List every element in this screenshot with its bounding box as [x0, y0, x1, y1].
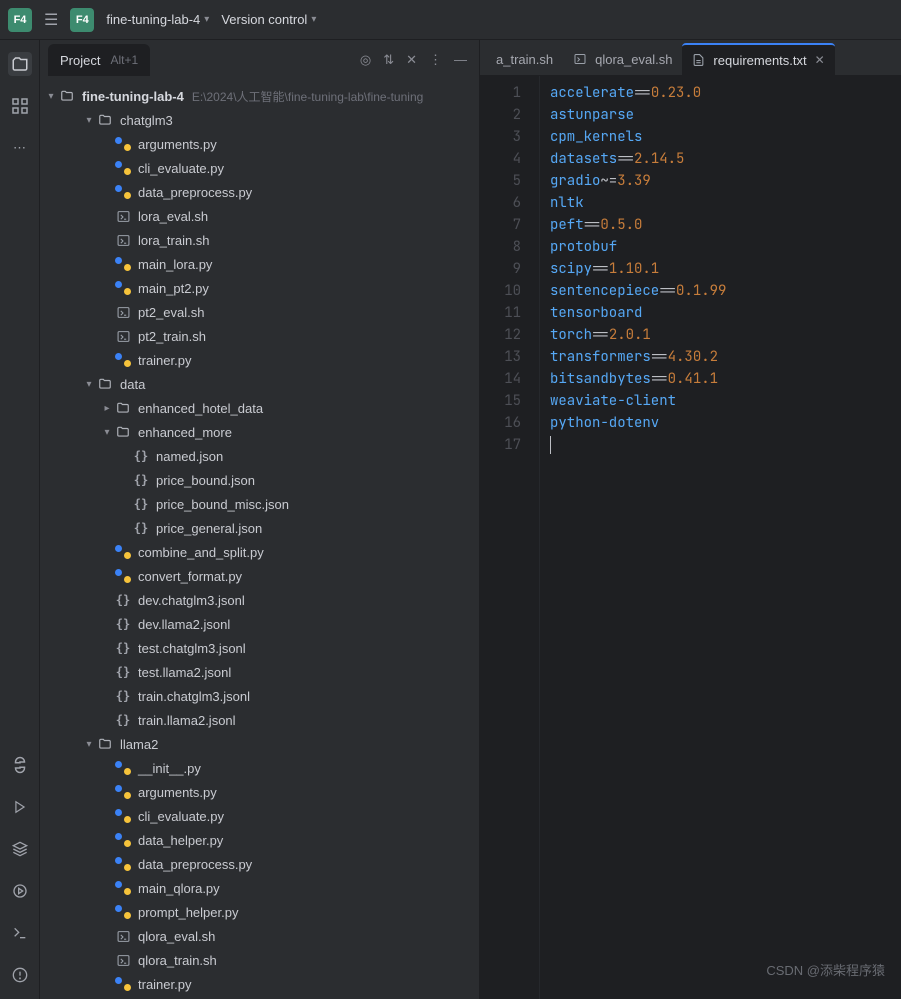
project-name: fine-tuning-lab-4: [106, 12, 200, 27]
tree-item[interactable]: arguments.py: [40, 780, 479, 804]
vcs-selector[interactable]: Version control ▾: [221, 12, 316, 27]
code-line[interactable]: protobuf: [550, 236, 901, 258]
close-icon[interactable]: ✕: [815, 53, 825, 67]
code-line[interactable]: peft==0.5.0: [550, 214, 901, 236]
tree-item[interactable]: trainer.py: [40, 348, 479, 372]
tree-item[interactable]: arguments.py: [40, 132, 479, 156]
options-icon[interactable]: ⋮: [429, 52, 442, 68]
code-line[interactable]: transformers==4.30.2: [550, 346, 901, 368]
code-line[interactable]: [550, 434, 901, 456]
tree-item[interactable]: {}price_general.json: [40, 516, 479, 540]
editor-tab[interactable]: requirements.txt✕: [682, 43, 834, 75]
project-tree[interactable]: ▾fine-tuning-lab-4E:\2024\人工智能\fine-tuni…: [40, 76, 479, 999]
tree-root[interactable]: ▾fine-tuning-lab-4E:\2024\人工智能\fine-tuni…: [40, 84, 479, 108]
tree-item[interactable]: qlora_eval.sh: [40, 924, 479, 948]
editor-area: a_train.shqlora_eval.shrequirements.txt✕…: [480, 40, 901, 999]
tree-item[interactable]: {}train.chatglm3.jsonl: [40, 684, 479, 708]
tree-item[interactable]: cli_evaluate.py: [40, 156, 479, 180]
tree-item[interactable]: combine_and_split.py: [40, 540, 479, 564]
collapse-icon[interactable]: ✕: [406, 52, 417, 68]
tree-item[interactable]: ▾data: [40, 372, 479, 396]
expand-icon[interactable]: ⇅: [383, 52, 394, 68]
vcs-label: Version control: [221, 12, 307, 27]
code-line[interactable]: sentencepiece==0.1.99: [550, 280, 901, 302]
run-icon[interactable]: [8, 795, 32, 819]
code-source[interactable]: accelerate==0.23.0astunparsecpm_kernelsd…: [540, 76, 901, 999]
file-icon: [573, 53, 587, 65]
code-line[interactable]: accelerate==0.23.0: [550, 82, 901, 104]
tree-item[interactable]: lora_train.sh: [40, 228, 479, 252]
structure-tool-icon[interactable]: [8, 94, 32, 118]
tree-item[interactable]: {}test.llama2.jsonl: [40, 660, 479, 684]
panel-tab-project[interactable]: Project Alt+1: [48, 44, 150, 76]
file-icon: [692, 53, 705, 67]
code-line[interactable]: nltk: [550, 192, 901, 214]
code-line[interactable]: weaviate-client: [550, 390, 901, 412]
tree-item[interactable]: {}dev.llama2.jsonl: [40, 612, 479, 636]
tree-item[interactable]: data_helper.py: [40, 828, 479, 852]
tree-item[interactable]: {}price_bound_misc.json: [40, 492, 479, 516]
debug-icon[interactable]: [8, 879, 32, 903]
tree-item[interactable]: {}train.llama2.jsonl: [40, 708, 479, 732]
code-line[interactable]: gradio~=3.39: [550, 170, 901, 192]
code-editor[interactable]: 1234567891011121314151617 accelerate==0.…: [480, 76, 901, 999]
panel-header: Project Alt+1 ◎ ⇅ ✕ ⋮ —: [40, 40, 479, 76]
tree-item[interactable]: {}test.chatglm3.jsonl: [40, 636, 479, 660]
gutter: 1234567891011121314151617: [480, 76, 540, 999]
tree-item[interactable]: ▸enhanced_hotel_data: [40, 396, 479, 420]
code-line[interactable]: astunparse: [550, 104, 901, 126]
chevron-down-icon: ▾: [311, 14, 316, 25]
code-line[interactable]: tensorboard: [550, 302, 901, 324]
tree-item[interactable]: ▾chatglm3: [40, 108, 479, 132]
tree-item[interactable]: __init__.py: [40, 756, 479, 780]
tree-item[interactable]: main_qlora.py: [40, 876, 479, 900]
tree-item[interactable]: data_preprocess.py: [40, 852, 479, 876]
title-bar: F4 ☰ F4 fine-tuning-lab-4 ▾ Version cont…: [0, 0, 901, 40]
services-icon[interactable]: [8, 837, 32, 861]
project-badge-2: F4: [70, 8, 94, 32]
editor-tab[interactable]: qlora_eval.sh: [563, 43, 682, 75]
tree-item[interactable]: cli_evaluate.py: [40, 804, 479, 828]
tree-item[interactable]: qlora_train.sh: [40, 948, 479, 972]
tree-item[interactable]: main_lora.py: [40, 252, 479, 276]
more-tool-icon[interactable]: ⋯: [8, 136, 32, 160]
editor-tab[interactable]: a_train.sh: [486, 43, 563, 75]
tree-item[interactable]: {}dev.chatglm3.jsonl: [40, 588, 479, 612]
project-badge: F4: [8, 8, 32, 32]
hide-icon[interactable]: —: [454, 52, 467, 68]
chevron-down-icon: ▾: [204, 14, 209, 25]
tree-item[interactable]: main_pt2.py: [40, 276, 479, 300]
code-line[interactable]: torch==2.0.1: [550, 324, 901, 346]
code-line[interactable]: cpm_kernels: [550, 126, 901, 148]
panel-title: Project: [60, 53, 100, 68]
python-console-icon[interactable]: [8, 753, 32, 777]
tree-item[interactable]: ▾llama2: [40, 732, 479, 756]
hamburger-icon[interactable]: ☰: [44, 10, 58, 30]
project-selector[interactable]: fine-tuning-lab-4 ▾: [106, 12, 209, 27]
tree-item[interactable]: {}named.json: [40, 444, 479, 468]
tree-item[interactable]: pt2_eval.sh: [40, 300, 479, 324]
code-line[interactable]: bitsandbytes==0.41.1: [550, 368, 901, 390]
tree-item[interactable]: trainer.py: [40, 972, 479, 996]
left-rail: ⋯: [0, 40, 40, 999]
project-tool-icon[interactable]: [8, 52, 32, 76]
tree-item[interactable]: data_preprocess.py: [40, 180, 479, 204]
panel-shortcut: Alt+1: [110, 53, 138, 67]
tree-item[interactable]: {}price_bound.json: [40, 468, 479, 492]
problems-icon[interactable]: [8, 963, 32, 987]
locate-icon[interactable]: ◎: [360, 52, 371, 68]
code-line[interactable]: datasets==2.14.5: [550, 148, 901, 170]
terminal-icon[interactable]: [8, 921, 32, 945]
tree-item[interactable]: ▾enhanced_more: [40, 420, 479, 444]
project-panel: Project Alt+1 ◎ ⇅ ✕ ⋮ — ▾fine-tuning-lab…: [40, 40, 480, 999]
tree-item[interactable]: pt2_train.sh: [40, 324, 479, 348]
code-line[interactable]: python-dotenv: [550, 412, 901, 434]
editor-tabs: a_train.shqlora_eval.shrequirements.txt✕: [480, 40, 901, 76]
tree-item[interactable]: lora_eval.sh: [40, 204, 479, 228]
tree-item[interactable]: convert_format.py: [40, 564, 479, 588]
tree-item[interactable]: prompt_helper.py: [40, 900, 479, 924]
code-line[interactable]: scipy==1.10.1: [550, 258, 901, 280]
